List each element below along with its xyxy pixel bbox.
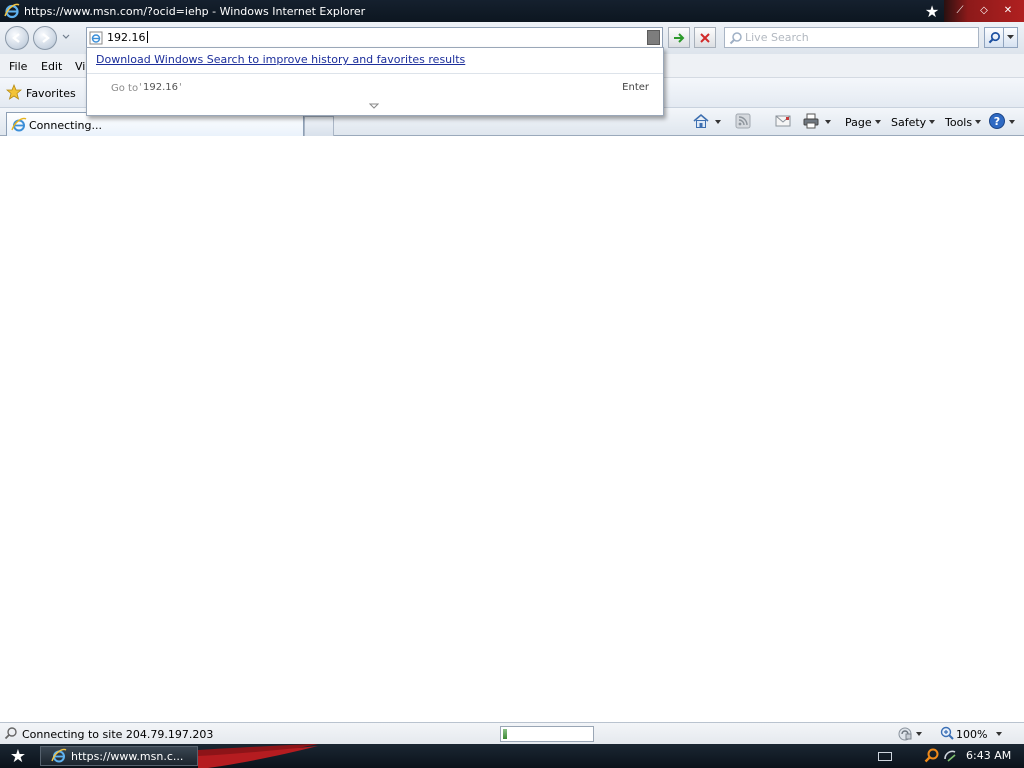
title-bar: https://www.msn.com/?ocid=iehp - Windows…: [0, 0, 1024, 22]
svg-text:?: ?: [994, 115, 1000, 128]
address-bar[interactable]: 192.16: [86, 27, 663, 48]
back-button[interactable]: [5, 26, 29, 50]
goto-quote-open: ': [139, 82, 142, 93]
goto-prefix[interactable]: Go to: [111, 83, 138, 94]
goto-quote-close: ': [179, 82, 182, 93]
window-title: https://www.msn.com/?ocid=iehp - Windows…: [24, 4, 366, 18]
green-arrow-icon: [674, 32, 685, 43]
status-text: Connecting to site 204.79.197.203: [22, 728, 214, 741]
keyboard-icon[interactable]: [878, 752, 892, 761]
maximize-button[interactable]: ◇: [977, 4, 991, 18]
help-dropdown[interactable]: [1006, 114, 1015, 130]
decorative-swoosh: [198, 744, 318, 768]
network-icon[interactable]: [942, 747, 958, 763]
page-content: [0, 137, 1024, 722]
taskbar-ie-button[interactable]: https://www.msn.c...: [40, 746, 198, 766]
zoom-icon[interactable]: [940, 726, 954, 740]
home-icon[interactable]: [692, 112, 710, 130]
window-controls: ★ ⟋ ◇ ✕: [920, 0, 1024, 22]
tools-menu[interactable]: Tools: [945, 114, 982, 130]
help-icon[interactable]: ?: [988, 112, 1006, 130]
safety-menu-label: Safety: [891, 115, 927, 129]
tools-menu-label: Tools: [945, 115, 973, 129]
mail-icon[interactable]: [774, 112, 792, 130]
zoom-dropdown[interactable]: [996, 732, 1002, 736]
close-button[interactable]: ✕: [1001, 4, 1015, 18]
dropdown-separator: [87, 73, 663, 74]
new-tab-button[interactable]: [304, 116, 334, 136]
menu-file[interactable]: File: [9, 60, 27, 73]
ie-logo-icon: [11, 117, 27, 132]
enter-hint: Enter: [622, 82, 649, 93]
address-input-value[interactable]: 192.16: [107, 31, 148, 44]
live-search-icon: [729, 32, 742, 45]
star-icon: [6, 84, 22, 100]
tab-label: Connecting...: [29, 119, 102, 132]
caption-buttons: ⟋ ◇ ✕: [944, 0, 1024, 22]
menu-edit[interactable]: Edit: [41, 60, 62, 73]
ie-logo-icon: [51, 748, 67, 763]
back-arrow-icon: [12, 33, 20, 43]
home-dropdown[interactable]: [712, 114, 721, 130]
ie-logo-icon: [4, 3, 20, 19]
star-icon: ★: [924, 1, 940, 21]
zoom-level[interactable]: 100%: [956, 728, 987, 741]
progress-bar: [500, 726, 594, 742]
magnifier-icon: [988, 32, 1000, 44]
start-button[interactable]: ★: [4, 746, 32, 767]
address-autocomplete-dropdown: Download Windows Search to improve histo…: [86, 47, 664, 116]
status-bar: Connecting to site 204.79.197.203 100%: [0, 722, 1024, 744]
search-options-dropdown[interactable]: [1004, 27, 1018, 48]
red-x-icon: [700, 32, 710, 43]
printer-icon[interactable]: [802, 112, 820, 130]
forward-button[interactable]: [33, 26, 57, 50]
search-box[interactable]: [724, 27, 979, 48]
progress-fill: [503, 729, 507, 739]
rss-icon[interactable]: [734, 112, 752, 130]
favorites-button[interactable]: Favorites: [26, 87, 76, 100]
stop-button[interactable]: [694, 27, 716, 48]
magnifier-icon: [4, 727, 17, 740]
forward-arrow-icon: [42, 33, 50, 43]
page-menu-label: Page: [845, 115, 872, 129]
download-windows-search-link[interactable]: Download Windows Search to improve histo…: [96, 53, 465, 66]
safety-menu[interactable]: Safety: [891, 114, 936, 130]
clock[interactable]: 6:43 AM: [966, 749, 1011, 762]
security-dropdown[interactable]: [916, 732, 922, 736]
minimize-button[interactable]: ⟋: [953, 4, 967, 18]
expand-icon[interactable]: [369, 103, 379, 109]
taskbar-ie-label: https://www.msn.c...: [71, 749, 184, 763]
recent-pages-dropdown[interactable]: [62, 32, 70, 40]
go-button[interactable]: [668, 27, 690, 48]
page-icon: [89, 31, 103, 45]
taskbar: ★ https://www.msn.c... 6:43 AM: [0, 744, 1024, 768]
search-button[interactable]: [984, 27, 1004, 48]
protected-mode-icon[interactable]: [897, 726, 913, 742]
tray-search-icon[interactable]: [924, 747, 940, 763]
page-menu[interactable]: Page: [845, 114, 881, 130]
chevron-down-icon: [1007, 35, 1014, 39]
goto-value[interactable]: 192.16: [143, 82, 178, 93]
menu-view[interactable]: Vi: [75, 60, 85, 73]
address-scrollbar-thumb[interactable]: [647, 30, 660, 45]
print-dropdown[interactable]: [822, 114, 831, 130]
search-input[interactable]: [745, 30, 965, 45]
